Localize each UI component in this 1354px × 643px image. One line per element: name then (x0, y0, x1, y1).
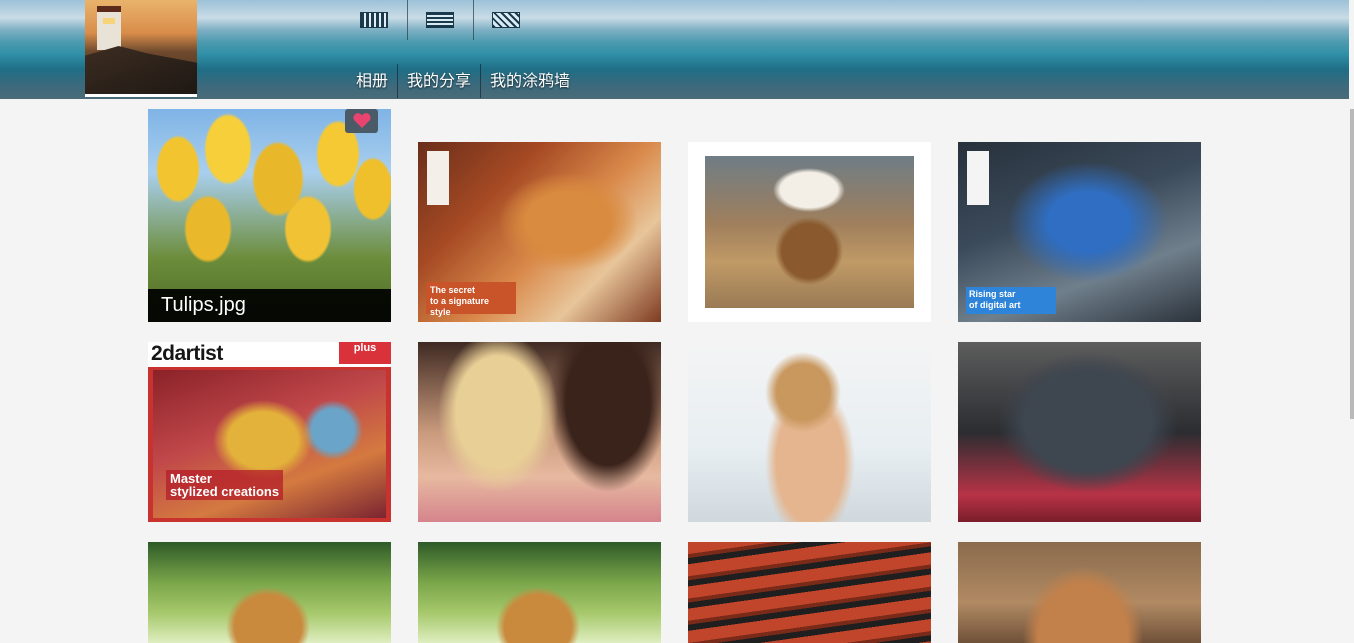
tile-icon (360, 12, 388, 28)
heart-icon (352, 113, 371, 128)
banner-edge (0, 0, 1349, 99)
photo-card-beach-girl[interactable] (688, 342, 931, 522)
golden-retriever-image (148, 542, 391, 643)
nav-item-album[interactable]: 相册 (347, 64, 399, 98)
nav-item-my-shares[interactable]: 我的分享 (398, 64, 482, 98)
hot-dogs-image (688, 542, 931, 643)
magazine-headline: Master stylized creations (166, 470, 284, 500)
tile-icon (492, 12, 520, 28)
poster-tag: The secret to a signature style (426, 282, 516, 317)
page-scrollbar[interactable] (1349, 99, 1354, 643)
poster-sidebar (427, 151, 449, 205)
magazine-cover-image: 2dartist plus Master stylized creations (148, 342, 391, 522)
poster-sidebar (967, 151, 989, 205)
doll-painting-image (688, 142, 931, 322)
magazine-title: 2dartist (151, 342, 223, 365)
poster-tag: Rising star of digital art (966, 287, 1056, 314)
avatar-underline (85, 94, 197, 97)
photo-card-dog[interactable] (958, 342, 1201, 522)
photo-card-dragon[interactable]: Rising star of digital art (958, 142, 1201, 322)
scrollbar-thumb[interactable] (1350, 109, 1354, 419)
dog-image (958, 342, 1201, 522)
leopard-poster-image: The secret to a signature style (418, 142, 661, 322)
painting-frame (705, 156, 914, 308)
two-women-image (418, 342, 661, 522)
top-icon-button-1[interactable] (341, 0, 408, 40)
golden-retriever-image (418, 542, 661, 643)
beach-girl-image (688, 342, 931, 522)
photo-card-golden-2[interactable] (418, 542, 661, 643)
tile-icon (426, 12, 454, 28)
magazine-badge: plus (339, 342, 391, 364)
nav-item-graffiti-wall[interactable]: 我的涂鸦墙 (481, 64, 579, 98)
photo-card-hotdogs[interactable] (688, 542, 931, 643)
photo-card-tulips[interactable]: Tulips.jpg (148, 109, 391, 322)
photo-caption: Tulips.jpg (148, 289, 391, 322)
dragon-poster-image: Rising star of digital art (958, 142, 1201, 322)
avatar[interactable] (85, 0, 197, 94)
photo-card-doll[interactable] (688, 142, 931, 322)
photo-card-women[interactable] (418, 342, 661, 522)
top-icon-button-2[interactable] (407, 0, 474, 40)
photo-card-magazine[interactable]: 2dartist plus Master stylized creations (148, 342, 391, 522)
rock-image (85, 46, 197, 94)
top-icon-button-3[interactable] (473, 0, 539, 40)
gopher-image (958, 542, 1201, 643)
photo-card-gopher[interactable] (958, 542, 1201, 643)
main-nav: 相册 我的分享 我的涂鸦墙 (347, 64, 579, 98)
lighthouse-image (97, 6, 121, 50)
photo-card-golden-1[interactable] (148, 542, 391, 643)
photo-card-leopard[interactable]: The secret to a signature style (418, 142, 661, 322)
like-button[interactable] (345, 109, 378, 133)
